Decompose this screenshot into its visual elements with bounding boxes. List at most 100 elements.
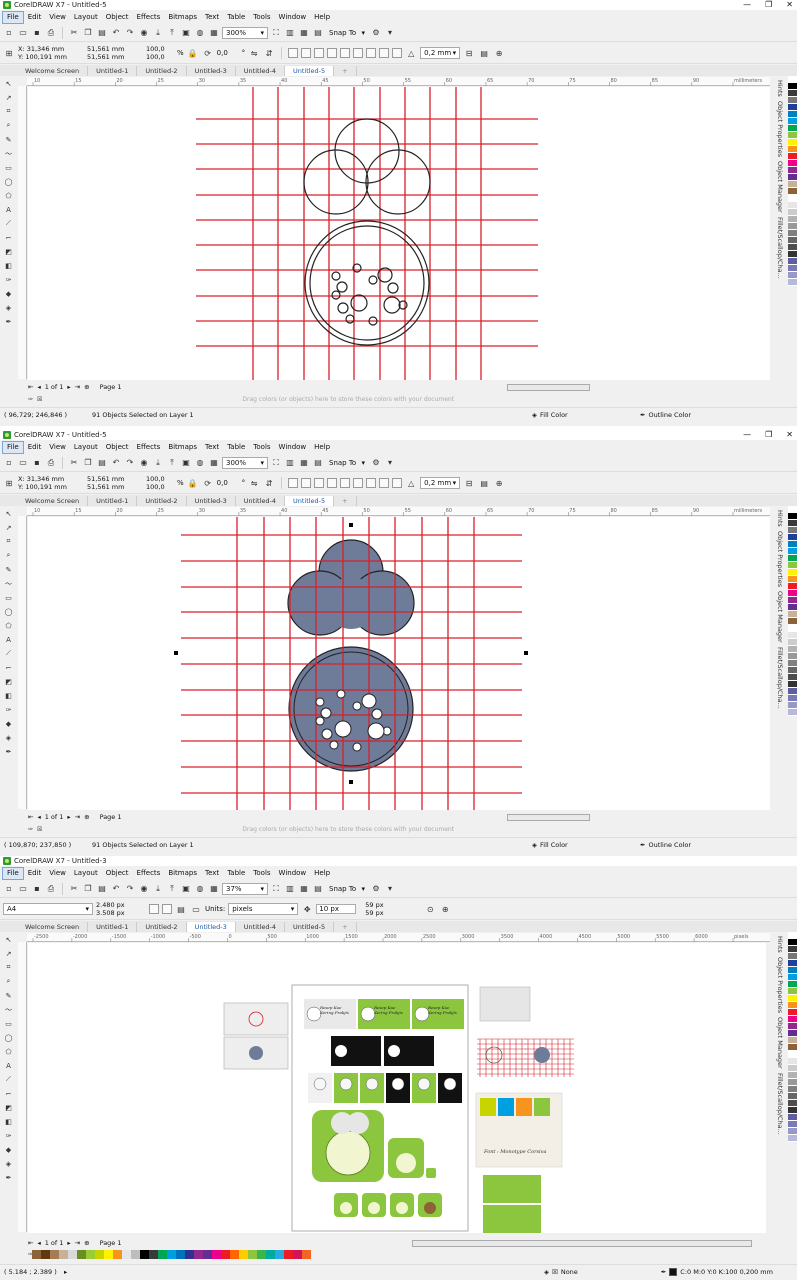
color-swatch[interactable]: [212, 1249, 221, 1259]
color-swatch[interactable]: [788, 258, 797, 265]
rotate-icon[interactable]: ⟳: [202, 47, 214, 59]
search-content-icon[interactable]: ◉: [138, 457, 150, 469]
next-page-icon[interactable]: ▸: [67, 383, 70, 391]
menu-table[interactable]: Table: [223, 442, 249, 453]
outline-pen-icon[interactable]: ✒: [3, 1172, 14, 1183]
horizontal-color-palette[interactable]: [32, 1249, 311, 1259]
export-icon[interactable]: ⤒: [166, 27, 178, 39]
paste-icon[interactable]: ▤: [96, 883, 108, 895]
quick-customize-icon[interactable]: ⊕: [493, 477, 505, 489]
ellipse-tool-icon[interactable]: ◯: [3, 176, 14, 187]
menu-view[interactable]: View: [45, 868, 70, 879]
text-tool-icon[interactable]: A: [3, 204, 14, 215]
search-content-icon[interactable]: ◉: [138, 883, 150, 895]
wrap-text-icon[interactable]: ▤: [478, 47, 490, 59]
align-icon[interactable]: ⊟: [463, 47, 475, 59]
last-page-icon[interactable]: ⇥: [75, 813, 80, 821]
last-page-icon[interactable]: ⇥: [75, 1239, 80, 1247]
lock-ratio-icon[interactable]: 🔒: [187, 477, 199, 489]
group-icon[interactable]: [288, 478, 299, 488]
page-width-field[interactable]: 2.480 px: [96, 901, 146, 909]
docker-object-manager[interactable]: Object Manager: [776, 591, 784, 643]
docker-hints[interactable]: Hints: [776, 936, 784, 953]
color-swatch[interactable]: [788, 132, 797, 139]
color-swatch[interactable]: [788, 590, 797, 597]
outline-label[interactable]: Outline Color: [648, 411, 691, 419]
color-swatch[interactable]: [788, 576, 797, 583]
app-launcher-icon[interactable]: ◍: [194, 27, 206, 39]
color-swatch[interactable]: [788, 251, 797, 258]
snap-to-dropdown[interactable]: Snap To ▾: [326, 883, 368, 895]
color-swatch[interactable]: [185, 1249, 194, 1259]
freehand-tool-icon[interactable]: ✎: [3, 564, 14, 575]
menu-bitmaps[interactable]: Bitmaps: [164, 12, 201, 23]
shape-tool-icon[interactable]: ↗: [3, 948, 14, 959]
menu-help[interactable]: Help: [310, 12, 334, 23]
play-icon[interactable]: ▸: [64, 1268, 544, 1276]
color-swatch[interactable]: [167, 1249, 176, 1259]
color-swatch[interactable]: [113, 1249, 122, 1259]
tab-untitled-1[interactable]: Untitled-1: [88, 922, 138, 932]
color-swatch[interactable]: [788, 279, 797, 286]
prev-page-icon[interactable]: ◂: [37, 383, 40, 391]
color-swatch[interactable]: [788, 562, 797, 569]
redo-icon[interactable]: ↷: [124, 883, 136, 895]
tab-untitled-4[interactable]: Untitled-4: [236, 922, 285, 932]
color-swatch[interactable]: [788, 667, 797, 674]
color-swatch[interactable]: [788, 1009, 797, 1016]
publish-pdf-icon[interactable]: ▣: [180, 883, 192, 895]
height-field[interactable]: 51,561 mm: [87, 483, 143, 491]
polygon-tool-icon[interactable]: ⬠: [3, 620, 14, 631]
color-swatch[interactable]: [788, 1065, 797, 1072]
document-palette-bar[interactable]: ✑ ☒ Drag colors (or objects) here to sto…: [28, 394, 768, 404]
color-swatch[interactable]: [788, 1002, 797, 1009]
color-swatch[interactable]: [788, 639, 797, 646]
color-swatch[interactable]: [293, 1249, 302, 1259]
first-page-icon[interactable]: ⇤: [28, 383, 33, 391]
color-swatch[interactable]: [788, 527, 797, 534]
color-swatch[interactable]: [788, 674, 797, 681]
tab-untitled-5[interactable]: Untitled-5: [285, 922, 335, 932]
docker-object-properties[interactable]: Object Properties: [776, 531, 784, 587]
width-field[interactable]: 51,561 mm: [87, 475, 143, 483]
prev-page-icon[interactable]: ◂: [37, 813, 40, 821]
menu-text[interactable]: Text: [201, 442, 223, 453]
drawing-canvas[interactable]: [28, 87, 770, 383]
outline-width-icon[interactable]: △: [405, 47, 417, 59]
color-swatch[interactable]: [788, 1086, 797, 1093]
horizontal-scrollbar[interactable]: [507, 814, 590, 821]
minimize-icon[interactable]: —: [743, 0, 751, 10]
outline-pen-icon[interactable]: ✒: [3, 316, 14, 327]
color-swatch[interactable]: [788, 653, 797, 660]
tab-untitled-2[interactable]: Untitled-2: [137, 66, 187, 76]
fill-label[interactable]: Fill Color: [540, 411, 640, 419]
color-swatch[interactable]: [788, 604, 797, 611]
ungroup-all-icon[interactable]: [314, 478, 325, 488]
color-swatch[interactable]: [788, 139, 797, 146]
next-page-icon[interactable]: ▸: [67, 1239, 70, 1247]
smart-fill-icon[interactable]: ◈: [3, 1158, 14, 1169]
full-screen-icon[interactable]: ⛶: [270, 27, 282, 39]
color-swatch[interactable]: [194, 1249, 203, 1259]
color-swatch[interactable]: [788, 209, 797, 216]
pick-tool-icon[interactable]: ↖: [3, 508, 14, 519]
color-swatch[interactable]: [149, 1249, 158, 1259]
combine-icon[interactable]: [327, 478, 338, 488]
page-tab[interactable]: Page 1: [100, 1239, 122, 1247]
outline-width-icon[interactable]: △: [405, 477, 417, 489]
menu-window[interactable]: Window: [275, 868, 311, 879]
color-swatch[interactable]: [788, 83, 797, 90]
options-icon[interactable]: ⚙: [370, 27, 382, 39]
lock-ratio-icon[interactable]: 🔒: [187, 47, 199, 59]
color-swatch[interactable]: [788, 188, 797, 195]
group-icon[interactable]: [288, 48, 299, 58]
color-swatch[interactable]: [788, 618, 797, 625]
new-icon[interactable]: ▫: [3, 883, 15, 895]
no-color-icon[interactable]: ☒: [37, 826, 42, 833]
vertical-ruler[interactable]: [18, 86, 27, 379]
color-swatch[interactable]: [788, 216, 797, 223]
horizontal-scrollbar[interactable]: [507, 384, 590, 391]
cut-icon[interactable]: ✂: [68, 883, 80, 895]
tab-untitled-1[interactable]: Untitled-1: [88, 66, 138, 76]
color-swatch[interactable]: [788, 146, 797, 153]
